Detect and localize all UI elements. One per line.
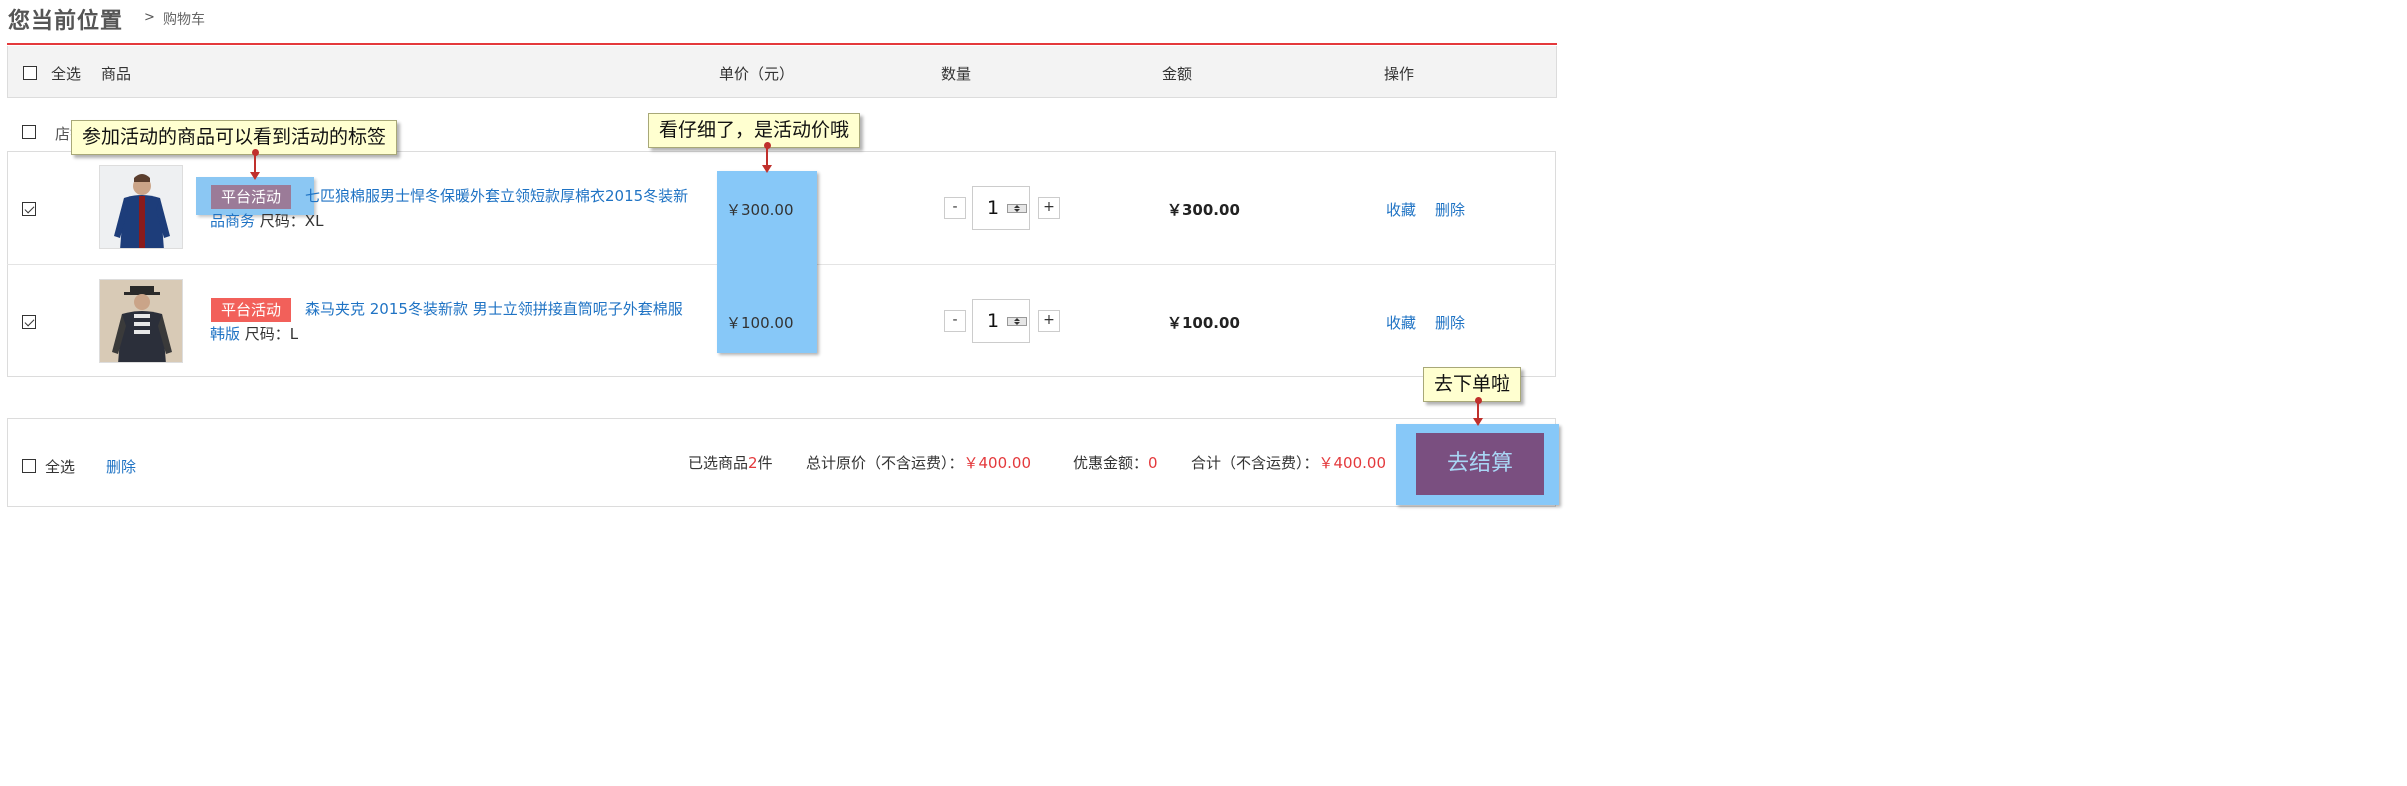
shop-checkbox[interactable] (22, 125, 36, 139)
breadcrumb-title: 您当前位置 (8, 9, 124, 34)
grand-total-value: ￥400.00 (1318, 454, 1387, 472)
product-title-link[interactable]: 森马夹克 2015冬装新款 男士立领拼接直筒呢子外套棉服韩版 尺码：L (210, 297, 695, 347)
breadcrumb-separator: > (144, 10, 155, 25)
select-all-checkbox[interactable] (23, 66, 37, 80)
product-size: 尺码：XL (259, 212, 324, 230)
select-all-label[interactable]: 全选 (51, 63, 81, 84)
product-size: 尺码：L (244, 325, 299, 343)
selected-suffix: 件 (757, 454, 773, 472)
unit-price: ￥100.00 (726, 314, 794, 332)
checkout-hint-pointer (1473, 397, 1483, 426)
item-checkbox[interactable] (22, 315, 36, 329)
discount: 优惠金额：0 (1073, 452, 1158, 473)
price-hint-tooltip: 看仔细了，是活动价哦 (648, 113, 861, 148)
breadcrumb-current[interactable]: 购物车 (163, 9, 205, 29)
spinner-arrows-icon[interactable] (1007, 204, 1027, 213)
favorite-link[interactable]: 收藏 (1386, 199, 1416, 220)
tag-hint-pointer (250, 149, 260, 180)
qty-decrease-button[interactable]: - (944, 197, 966, 219)
header-actions: 操作 (1384, 65, 1415, 83)
line-amount: ￥300.00 (1167, 201, 1240, 219)
discount-value: 0 (1148, 454, 1158, 472)
header-product: 商品 (101, 65, 132, 83)
line-amount: ￥100.00 (1167, 314, 1240, 332)
discount-label: 优惠金额： (1073, 454, 1149, 472)
product-photo-jacket-blue (100, 166, 182, 248)
product-title-link[interactable]: 七匹狼棉服男士悍冬保暖外套立领短款厚棉衣2015冬装新品商务 尺码：XL (210, 184, 695, 234)
favorite-link[interactable]: 收藏 (1386, 312, 1416, 333)
qty-value[interactable]: 1 (987, 197, 999, 219)
product-photo-jacket-stripe (100, 280, 182, 362)
selected-prefix: 已选商品 (688, 454, 749, 472)
spinner-arrows-icon[interactable] (1007, 317, 1027, 326)
header-amount: 金额 (1162, 65, 1193, 83)
tag-hint-tooltip: 参加活动的商品可以看到活动的标签 (71, 120, 398, 155)
qty-stepper[interactable]: 1 (972, 299, 1030, 343)
item-checkbox[interactable] (22, 202, 36, 216)
grand-total-label: 合计（不含运费）： (1191, 454, 1319, 472)
qty-decrease-button[interactable]: - (944, 310, 966, 332)
cart-table-header: 全选 商品 单价（元） 数量 金额 操作 (7, 46, 1557, 98)
product-image[interactable] (99, 279, 183, 363)
product-image[interactable] (99, 165, 183, 249)
header-quantity: 数量 (941, 65, 972, 83)
selected-count: 2 (748, 454, 758, 472)
unit-price: ￥300.00 (726, 201, 794, 219)
original-total-label: 总计原价（不含运费）： (806, 454, 964, 472)
checkout-button[interactable]: 去结算 (1416, 433, 1544, 495)
original-total-value: ￥400.00 (963, 454, 1032, 472)
delete-link[interactable]: 删除 (1435, 312, 1465, 333)
grand-total: 合计（不含运费）：￥400.00 (1191, 452, 1386, 473)
footer-delete-link[interactable]: 删除 (106, 456, 136, 477)
footer-select-all-checkbox[interactable] (22, 459, 36, 473)
header-divider (7, 43, 1557, 45)
price-hint-pointer (762, 142, 772, 173)
footer-select-all-label[interactable]: 全选 (45, 456, 75, 477)
qty-increase-button[interactable]: + (1038, 310, 1060, 332)
selected-count-text: 已选商品2件 (688, 452, 773, 473)
checkout-hint-tooltip: 去下单啦 (1423, 367, 1522, 402)
qty-increase-button[interactable]: + (1038, 197, 1060, 219)
qty-stepper[interactable]: 1 (972, 186, 1030, 230)
original-total: 总计原价（不含运费）：￥400.00 (806, 452, 1031, 473)
header-unit-price: 单价（元） (719, 65, 795, 83)
delete-link[interactable]: 删除 (1435, 199, 1465, 220)
qty-value[interactable]: 1 (987, 310, 999, 332)
